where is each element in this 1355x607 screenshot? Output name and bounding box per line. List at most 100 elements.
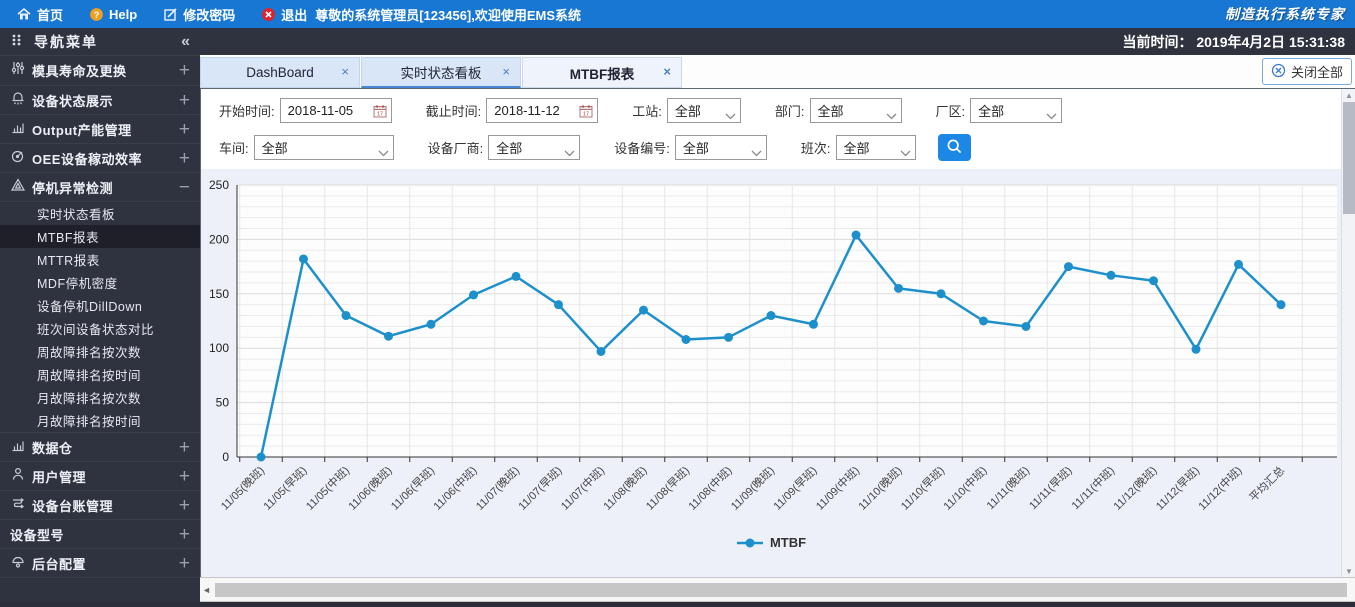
svg-text:100: 100	[209, 341, 229, 355]
svg-text:11/10(早班): 11/10(早班)	[898, 464, 947, 513]
scroll-up-arrow[interactable]: ▲	[1342, 89, 1355, 101]
svg-text:11/07(晚班): 11/07(晚班)	[473, 464, 522, 513]
sidebar-item-month-fault-count[interactable]: 月故障排名按次数	[0, 386, 200, 409]
svg-text:11/09(早班): 11/09(早班)	[771, 464, 820, 513]
end-time-input[interactable]: 2018-11-12 17	[486, 98, 599, 123]
workshop-select[interactable]: 全部	[253, 135, 394, 160]
scroll-down-arrow[interactable]: ▼	[1342, 565, 1355, 577]
tab-close-icon[interactable]: ×	[341, 65, 349, 78]
sidebar-group-device-ledger[interactable]: 设备台账管理 +	[0, 490, 200, 519]
station-select[interactable]: 全部	[666, 98, 741, 123]
sidebar-group-device-model[interactable]: 设备型号 +	[0, 519, 200, 548]
chevron-down-icon[interactable]	[564, 145, 575, 160]
sidebar-item-week-fault-count[interactable]: 周故障排名按次数	[0, 340, 200, 363]
expand-group-icon[interactable]: +	[179, 149, 190, 168]
expand-group-icon[interactable]: +	[179, 525, 190, 544]
sidebar-group-label: 设备型号	[10, 527, 65, 543]
sidebar-group-oee[interactable]: OEE设备稼动效率 +	[0, 143, 200, 172]
footer-strip	[0, 602, 1355, 607]
vendor-select[interactable]: 全部	[488, 135, 581, 160]
mtbf-line-chart: 0 50 100 150 200 250 11/05(晚班)11/05(早班)11/05(中…	[209, 178, 1337, 513]
tab-mtbf-report[interactable]: MTBF报表 ×	[522, 57, 682, 88]
close-all-label: 关闭全部	[1290, 65, 1343, 80]
svg-text:11/12(晚班): 11/12(晚班)	[1111, 464, 1160, 513]
topbar-change-password-button[interactable]: 修改密码	[163, 5, 235, 24]
sidebar-collapse-button[interactable]: «	[181, 33, 190, 50]
field-value: 全部	[978, 104, 1005, 119]
chevron-down-icon[interactable]	[886, 108, 897, 123]
chevron-down-icon[interactable]	[900, 145, 911, 160]
current-time-value: 2019年4月2日 15:31:38	[1196, 33, 1345, 50]
tab-realtime-board[interactable]: 实时状态看板 ×	[361, 57, 521, 88]
sidebar-group-mold-life[interactable]: 模具寿命及更换 +	[0, 56, 200, 85]
chevron-down-icon[interactable]	[1046, 108, 1057, 123]
sidebar-group-output[interactable]: Output产能管理 +	[0, 114, 200, 143]
vertical-scroll-thumb[interactable]	[1343, 102, 1355, 214]
home-icon	[16, 6, 32, 22]
filter-label-factory: 厂区:	[935, 104, 966, 119]
tab-label: MTBF报表	[569, 66, 635, 82]
expand-group-icon[interactable]: +	[179, 438, 190, 457]
expand-group-icon[interactable]: +	[179, 496, 190, 515]
expand-group-icon[interactable]: +	[179, 61, 190, 80]
collapse-group-icon[interactable]: −	[179, 178, 190, 197]
device-no-select[interactable]: 全部	[674, 135, 767, 160]
sidebar-group-device-status[interactable]: 设备状态展示 +	[0, 85, 200, 114]
topbar-menu: 首页 ? Help 修改密码 退出	[0, 5, 307, 24]
svg-text:250: 250	[209, 178, 229, 192]
expand-group-icon[interactable]: +	[179, 554, 190, 573]
search-button[interactable]	[937, 134, 971, 161]
close-all-tabs-button[interactable]: 关闭全部	[1261, 58, 1352, 85]
chevron-down-icon[interactable]	[378, 145, 389, 160]
sidebar-item-month-fault-time[interactable]: 月故障排名按时间	[0, 409, 200, 432]
scroll-left-arrow[interactable]: ◄	[202, 585, 211, 595]
svg-text:0: 0	[222, 450, 229, 464]
bar-chart-icon	[10, 119, 32, 140]
svg-text:11/09(中班): 11/09(中班)	[813, 464, 862, 513]
topbar-home-button[interactable]: 首页	[16, 5, 63, 24]
calendar-icon[interactable]: 17	[579, 104, 593, 121]
topbar-logout-button[interactable]: 退出	[261, 5, 307, 24]
expand-group-icon[interactable]: +	[179, 467, 190, 486]
start-time-input[interactable]: 2018-11-05 17	[279, 98, 392, 123]
sidebar-group-downtime[interactable]: 停机异常检测 −	[0, 172, 200, 201]
topbar-home-label: 首页	[37, 7, 64, 23]
horizontal-scroll-thumb[interactable]	[215, 583, 1347, 597]
chevron-down-icon[interactable]	[725, 108, 736, 123]
svg-text:17: 17	[377, 112, 383, 118]
expand-group-icon[interactable]: +	[179, 91, 190, 110]
sidebar-item-drilldown[interactable]: 设备停机DillDown	[0, 294, 200, 317]
topbar: 首页? Help 修改密码 退出 尊敬的系统管理员[123456],欢迎使用EMS系统…	[0, 0, 1355, 28]
sidebar-item-mtbf-report[interactable]: MTBF报表	[0, 225, 200, 248]
legend-item-mtbf[interactable]: MTBF	[736, 535, 806, 550]
sidebar-item-week-fault-time[interactable]: 周故障排名按时间	[0, 363, 200, 386]
sidebar-group-user-mgmt[interactable]: 用户管理 +	[0, 461, 200, 490]
svg-text:11/06(早班): 11/06(早班)	[388, 464, 437, 513]
tab-close-icon[interactable]: ×	[502, 65, 510, 78]
sidebar-item-mttr-report[interactable]: MTTR报表	[0, 248, 200, 271]
horizontal-scrollbar[interactable]: ◄	[200, 577, 1355, 602]
chevron-down-icon[interactable]	[751, 145, 762, 160]
tab-dashboard[interactable]: DashBoard ×	[200, 57, 360, 88]
shift-select[interactable]: 全部	[835, 135, 916, 160]
svg-text:11/08(中班): 11/08(中班)	[686, 464, 735, 513]
sidebar-group-backend-config[interactable]: 后台配置 +	[0, 548, 200, 577]
svg-text:11/10(中班): 11/10(中班)	[941, 464, 990, 513]
topbar-help-button[interactable]: ? Help	[89, 7, 137, 22]
sidebar-item-label: 实时状态看板	[37, 208, 116, 222]
filter-label-station: 工站:	[632, 104, 662, 119]
sidebar-group-data-warehouse[interactable]: 数据仓 +	[0, 432, 200, 461]
sidebar-group-label: 设备台账管理	[32, 498, 114, 514]
sidebar-item-shift-compare[interactable]: 班次间设备状态对比	[0, 317, 200, 340]
calendar-icon[interactable]: 17	[373, 104, 387, 121]
department-select[interactable]: 全部	[809, 98, 902, 123]
vertical-scrollbar[interactable]: ▲ ▼	[1341, 89, 1355, 577]
expand-group-icon[interactable]: +	[179, 120, 190, 139]
sidebar-item-realtime-board[interactable]: 实时状态看板	[0, 202, 200, 225]
tabs: DashBoard × 实时状态看板 × MTBF报表 ×	[200, 56, 683, 88]
sidebar-item-mdf-density[interactable]: MDF停机密度	[0, 271, 200, 294]
sidebar-item-label: 周故障排名按时间	[37, 369, 142, 383]
factory-select[interactable]: 全部	[970, 98, 1063, 123]
svg-text:平均汇总: 平均汇总	[1246, 463, 1287, 504]
tab-close-icon[interactable]: ×	[663, 65, 671, 78]
